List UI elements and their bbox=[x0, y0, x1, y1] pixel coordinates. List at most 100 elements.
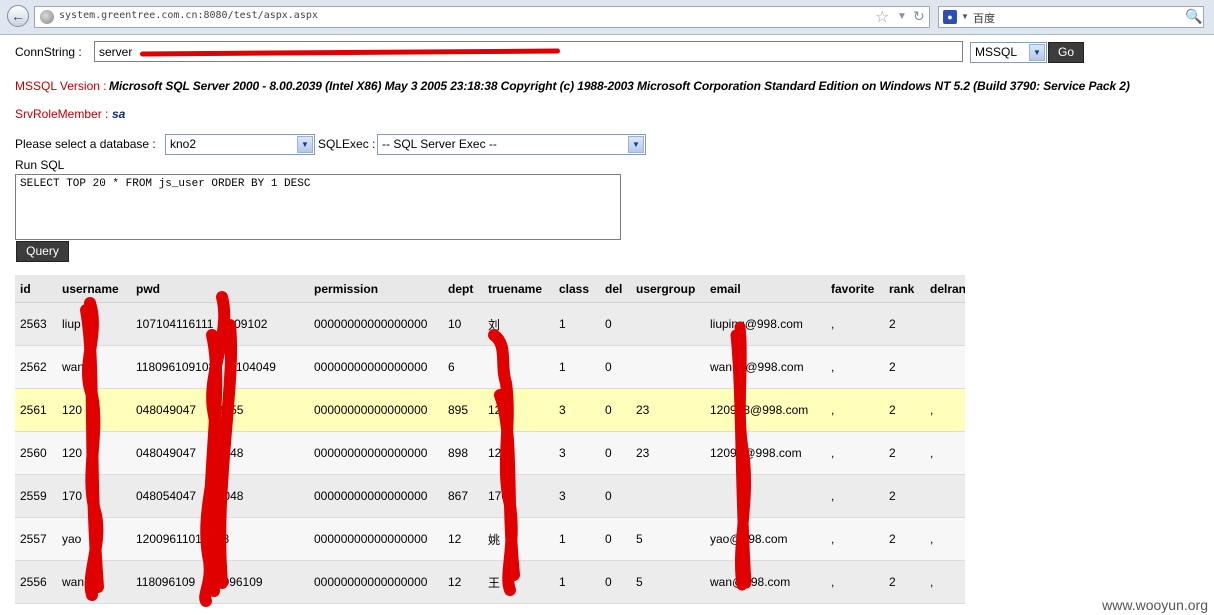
column-header: permission bbox=[309, 275, 443, 303]
pwd-part: 048049047 bbox=[136, 403, 197, 417]
table-cell: 2 bbox=[884, 388, 925, 432]
query-button[interactable]: Query bbox=[16, 241, 69, 262]
srvrolemember-value: sa bbox=[112, 107, 126, 121]
address-bar[interactable]: system.greentree.com.cn:8080/test/aspx.a… bbox=[34, 6, 930, 28]
baidu-paw-icon[interactable]: ● bbox=[943, 10, 957, 24]
table-cell bbox=[925, 302, 965, 346]
connstring-label: ConnString : bbox=[15, 45, 82, 59]
table-cell: liup bbox=[57, 302, 131, 346]
results-table: id username pwd permission dept truename class… bbox=[15, 275, 965, 604]
table-cell bbox=[925, 345, 965, 389]
table-cell: 2557 bbox=[15, 517, 57, 561]
sql-textarea[interactable]: SELECT TOP 20 * FROM js_user ORDER BY 1 … bbox=[15, 174, 621, 240]
search-bar[interactable]: ● ▼ 百度 🔍 bbox=[938, 6, 1204, 28]
table-row[interactable]: 2561 120 048049047 49055 00000000000000000 89… bbox=[15, 388, 965, 432]
table-cell: 2559 bbox=[15, 474, 57, 518]
table-cell: 00000000000000000 bbox=[309, 388, 443, 432]
back-arrow-icon[interactable]: ← bbox=[7, 5, 29, 27]
chevron-down-icon[interactable]: ▼ bbox=[297, 136, 313, 153]
table-cell: wan bbox=[57, 560, 131, 604]
table-cell: , bbox=[826, 560, 884, 604]
pwd-part: 109102 bbox=[227, 317, 268, 331]
history-dropdown-icon[interactable]: ▼ bbox=[897, 11, 907, 22]
table-cell: 王 bbox=[483, 560, 554, 604]
table-row[interactable]: 2556 wan 118096109 07096109 0000000000000000… bbox=[15, 560, 965, 604]
table-cell: 0 bbox=[600, 431, 631, 475]
table-cell: 00000000000000000 bbox=[309, 560, 443, 604]
go-button[interactable]: Go bbox=[1048, 42, 1084, 63]
column-header: rank bbox=[884, 275, 925, 303]
table-cell: 2 bbox=[884, 302, 925, 346]
table-cell: 120 bbox=[483, 431, 554, 475]
table-cell: 10 bbox=[443, 302, 483, 346]
table-cell: , bbox=[826, 431, 884, 475]
search-engine-name: 百度 bbox=[973, 13, 995, 25]
globe-icon bbox=[40, 10, 54, 24]
table-cell: 6 bbox=[443, 345, 483, 389]
pwd-part: 53048 bbox=[210, 446, 244, 460]
mssql-version-value: Microsoft SQL Server 2000 - 8.00.2039 (I… bbox=[109, 79, 1130, 93]
sqlexec-select[interactable]: -- SQL Server Exec -- ▼ bbox=[377, 134, 646, 155]
table-cell: 12 bbox=[443, 517, 483, 561]
pwd-part: 56048 bbox=[210, 489, 244, 503]
pwd-part: 048049047 bbox=[136, 446, 197, 460]
bookmark-star-icon[interactable]: ☆ bbox=[875, 7, 889, 27]
table-row[interactable]: 2563 liup 107104116111 109102 00000000000000… bbox=[15, 302, 965, 346]
run-sql-label: Run SQL bbox=[15, 158, 65, 172]
table-cell bbox=[631, 345, 705, 389]
column-header: dept bbox=[443, 275, 483, 303]
table-row[interactable]: 2560 120 048049047 53048 00000000000000000 89… bbox=[15, 431, 965, 475]
table-cell: 120928@998.com bbox=[705, 388, 826, 432]
table-cell: 1200961101 18 bbox=[131, 517, 309, 561]
table-cell: 12 bbox=[443, 560, 483, 604]
table-cell: 0 bbox=[600, 517, 631, 561]
table-cell: 00000000000000000 bbox=[309, 474, 443, 518]
table-cell: 2560 bbox=[15, 431, 57, 475]
table-cell: 姚 bbox=[483, 517, 554, 561]
table-cell: 2561 bbox=[15, 388, 57, 432]
mssql-version-label: MSSQL Version : bbox=[15, 79, 107, 93]
pwd-part: 18 bbox=[215, 532, 230, 546]
engine-dropdown-icon[interactable]: ▼ bbox=[961, 12, 969, 21]
table-cell: 0 bbox=[600, 474, 631, 518]
table-cell: , bbox=[925, 560, 965, 604]
reload-icon[interactable]: ↻ bbox=[913, 8, 925, 25]
table-cell: 00000000000000000 bbox=[309, 345, 443, 389]
table-cell: 2 bbox=[884, 431, 925, 475]
table-cell: 2 bbox=[884, 517, 925, 561]
table-cell: 0 bbox=[600, 388, 631, 432]
table-cell: 2 bbox=[884, 474, 925, 518]
column-header: id bbox=[15, 275, 57, 303]
table-cell: , bbox=[826, 302, 884, 346]
table-cell: 0 bbox=[600, 302, 631, 346]
table-cell: 048054047 56048 bbox=[131, 474, 309, 518]
table-cell: 刘 bbox=[483, 302, 554, 346]
table-row[interactable]: 2562 wan 118096109108 7104049 00000000000000… bbox=[15, 345, 965, 389]
table-cell: 2 bbox=[884, 560, 925, 604]
srvrolemember-label: SrvRoleMember : bbox=[15, 107, 109, 121]
table-cell: , bbox=[826, 388, 884, 432]
db-type-select[interactable]: MSSQL ▼ bbox=[970, 42, 1047, 63]
pwd-part: 07096109 bbox=[209, 575, 263, 589]
sqlexec-value: -- SQL Server Exec -- bbox=[382, 137, 497, 151]
table-cell: 0 bbox=[600, 560, 631, 604]
chevron-down-icon[interactable]: ▼ bbox=[628, 136, 644, 153]
table-cell: 5 bbox=[631, 517, 705, 561]
table-cell: 2 bbox=[884, 345, 925, 389]
search-icon[interactable]: 🔍 bbox=[1185, 8, 1202, 25]
table-cell bbox=[631, 474, 705, 518]
table-cell bbox=[631, 302, 705, 346]
table-cell bbox=[483, 345, 554, 389]
pwd-part: 107104116111 bbox=[136, 317, 214, 331]
database-select[interactable]: kno2 ▼ bbox=[165, 134, 315, 155]
table-cell: 1 bbox=[554, 560, 600, 604]
table-row[interactable]: 2557 yao 1200961101 18 00000000000000000 12 姚 1… bbox=[15, 517, 965, 561]
column-header: favorite bbox=[826, 275, 884, 303]
column-header: delran bbox=[925, 275, 965, 303]
pwd-part: 1200961101 bbox=[136, 532, 202, 546]
table-cell: 2563 bbox=[15, 302, 57, 346]
table-cell: yao bbox=[57, 517, 131, 561]
url-text: system.greentree.com.cn:8080/test/aspx.a… bbox=[59, 10, 318, 21]
chevron-down-icon[interactable]: ▼ bbox=[1029, 44, 1045, 61]
table-row[interactable]: 2559 170 048054047 56048 00000000000000000 86… bbox=[15, 474, 965, 518]
